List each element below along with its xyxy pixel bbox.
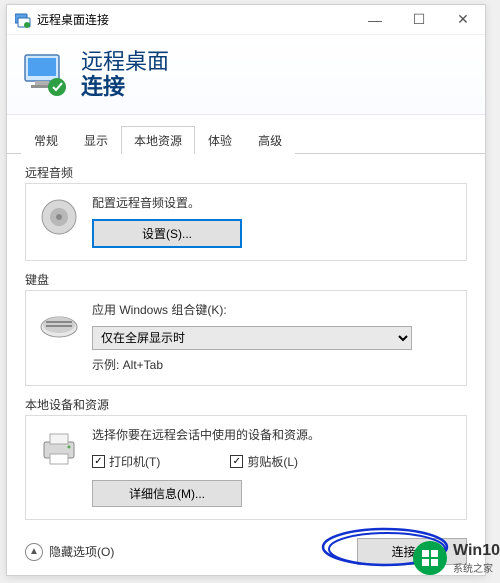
checkmark-icon: ✓ [92, 455, 105, 468]
minimize-button[interactable]: — [353, 5, 397, 35]
header-line2: 连接 [81, 75, 169, 99]
tab-local-resources[interactable]: 本地资源 [121, 126, 195, 154]
tab-general[interactable]: 常规 [21, 126, 71, 154]
keyboard-example: 示例: Alt+Tab [92, 356, 454, 373]
header: 远程桌面 连接 [7, 35, 485, 115]
clipboard-checkbox-label: 剪贴板(L) [247, 453, 298, 470]
window-controls: — ☐ ✕ [353, 5, 485, 35]
tab-display[interactable]: 显示 [71, 126, 121, 154]
header-text: 远程桌面 连接 [81, 50, 169, 98]
speaker-icon [38, 196, 80, 238]
printer-icon [38, 428, 80, 470]
watermark: Win10 系统之家 [413, 541, 500, 575]
window-title: 远程桌面连接 [37, 11, 109, 28]
group-remote-audio: 远程音频 配置远程音频设置。 设置(S)... [25, 164, 467, 261]
audio-settings-button[interactable]: 设置(S)... [92, 219, 242, 248]
checkmark-icon: ✓ [230, 455, 243, 468]
audio-desc: 配置远程音频设置。 [92, 194, 454, 211]
hide-options-button[interactable]: ▲ 隐藏选项(O) [25, 543, 114, 561]
watermark-brand: Win10 [453, 542, 500, 559]
keyboard-label: 应用 Windows 组合键(K): [92, 301, 454, 318]
clipboard-checkbox[interactable]: ✓ 剪贴板(L) [230, 453, 298, 470]
maximize-button[interactable]: ☐ [397, 5, 441, 35]
keyboard-combo-select[interactable]: 仅在全屏显示时 [92, 326, 412, 350]
tab-experience[interactable]: 体验 [195, 126, 245, 154]
tab-bar: 常规 显示 本地资源 体验 高级 [7, 115, 485, 154]
group-title-devices: 本地设备和资源 [25, 396, 467, 413]
rdp-window: 远程桌面连接 — ☐ ✕ 远程桌面 连接 常规 显示 本地资源 体验 高级 [6, 4, 486, 576]
header-line1: 远程桌面 [81, 50, 169, 74]
close-button[interactable]: ✕ [441, 5, 485, 35]
group-title-keyboard: 键盘 [25, 271, 467, 288]
group-keyboard: 键盘 应用 Windows 组合键(K): 仅在全屏显示时 示例: Alt+Ta… [25, 271, 467, 386]
details-button[interactable]: 详细信息(M)... [92, 480, 242, 507]
titlebar: 远程桌面连接 — ☐ ✕ [7, 5, 485, 35]
printer-checkbox-label: 打印机(T) [109, 453, 160, 470]
hide-options-label: 隐藏选项(O) [49, 543, 114, 560]
watermark-sub: 系统之家 [453, 560, 500, 575]
devices-desc: 选择你要在远程会话中使用的设备和资源。 [92, 426, 454, 443]
tab-advanced[interactable]: 高级 [245, 126, 295, 154]
chevron-up-icon: ▲ [25, 543, 43, 561]
rdp-large-icon [21, 51, 69, 99]
keyboard-icon [38, 303, 80, 345]
tab-content: 远程音频 配置远程音频设置。 设置(S)... 键盘 [7, 154, 485, 536]
windows-badge-icon [413, 541, 447, 575]
app-icon [15, 12, 31, 28]
printer-checkbox[interactable]: ✓ 打印机(T) [92, 453, 160, 470]
group-title-audio: 远程音频 [25, 164, 467, 181]
group-devices: 本地设备和资源 选择你要在远程会话中使用的设备和资源。 ✓ 打印机(T) [25, 396, 467, 520]
